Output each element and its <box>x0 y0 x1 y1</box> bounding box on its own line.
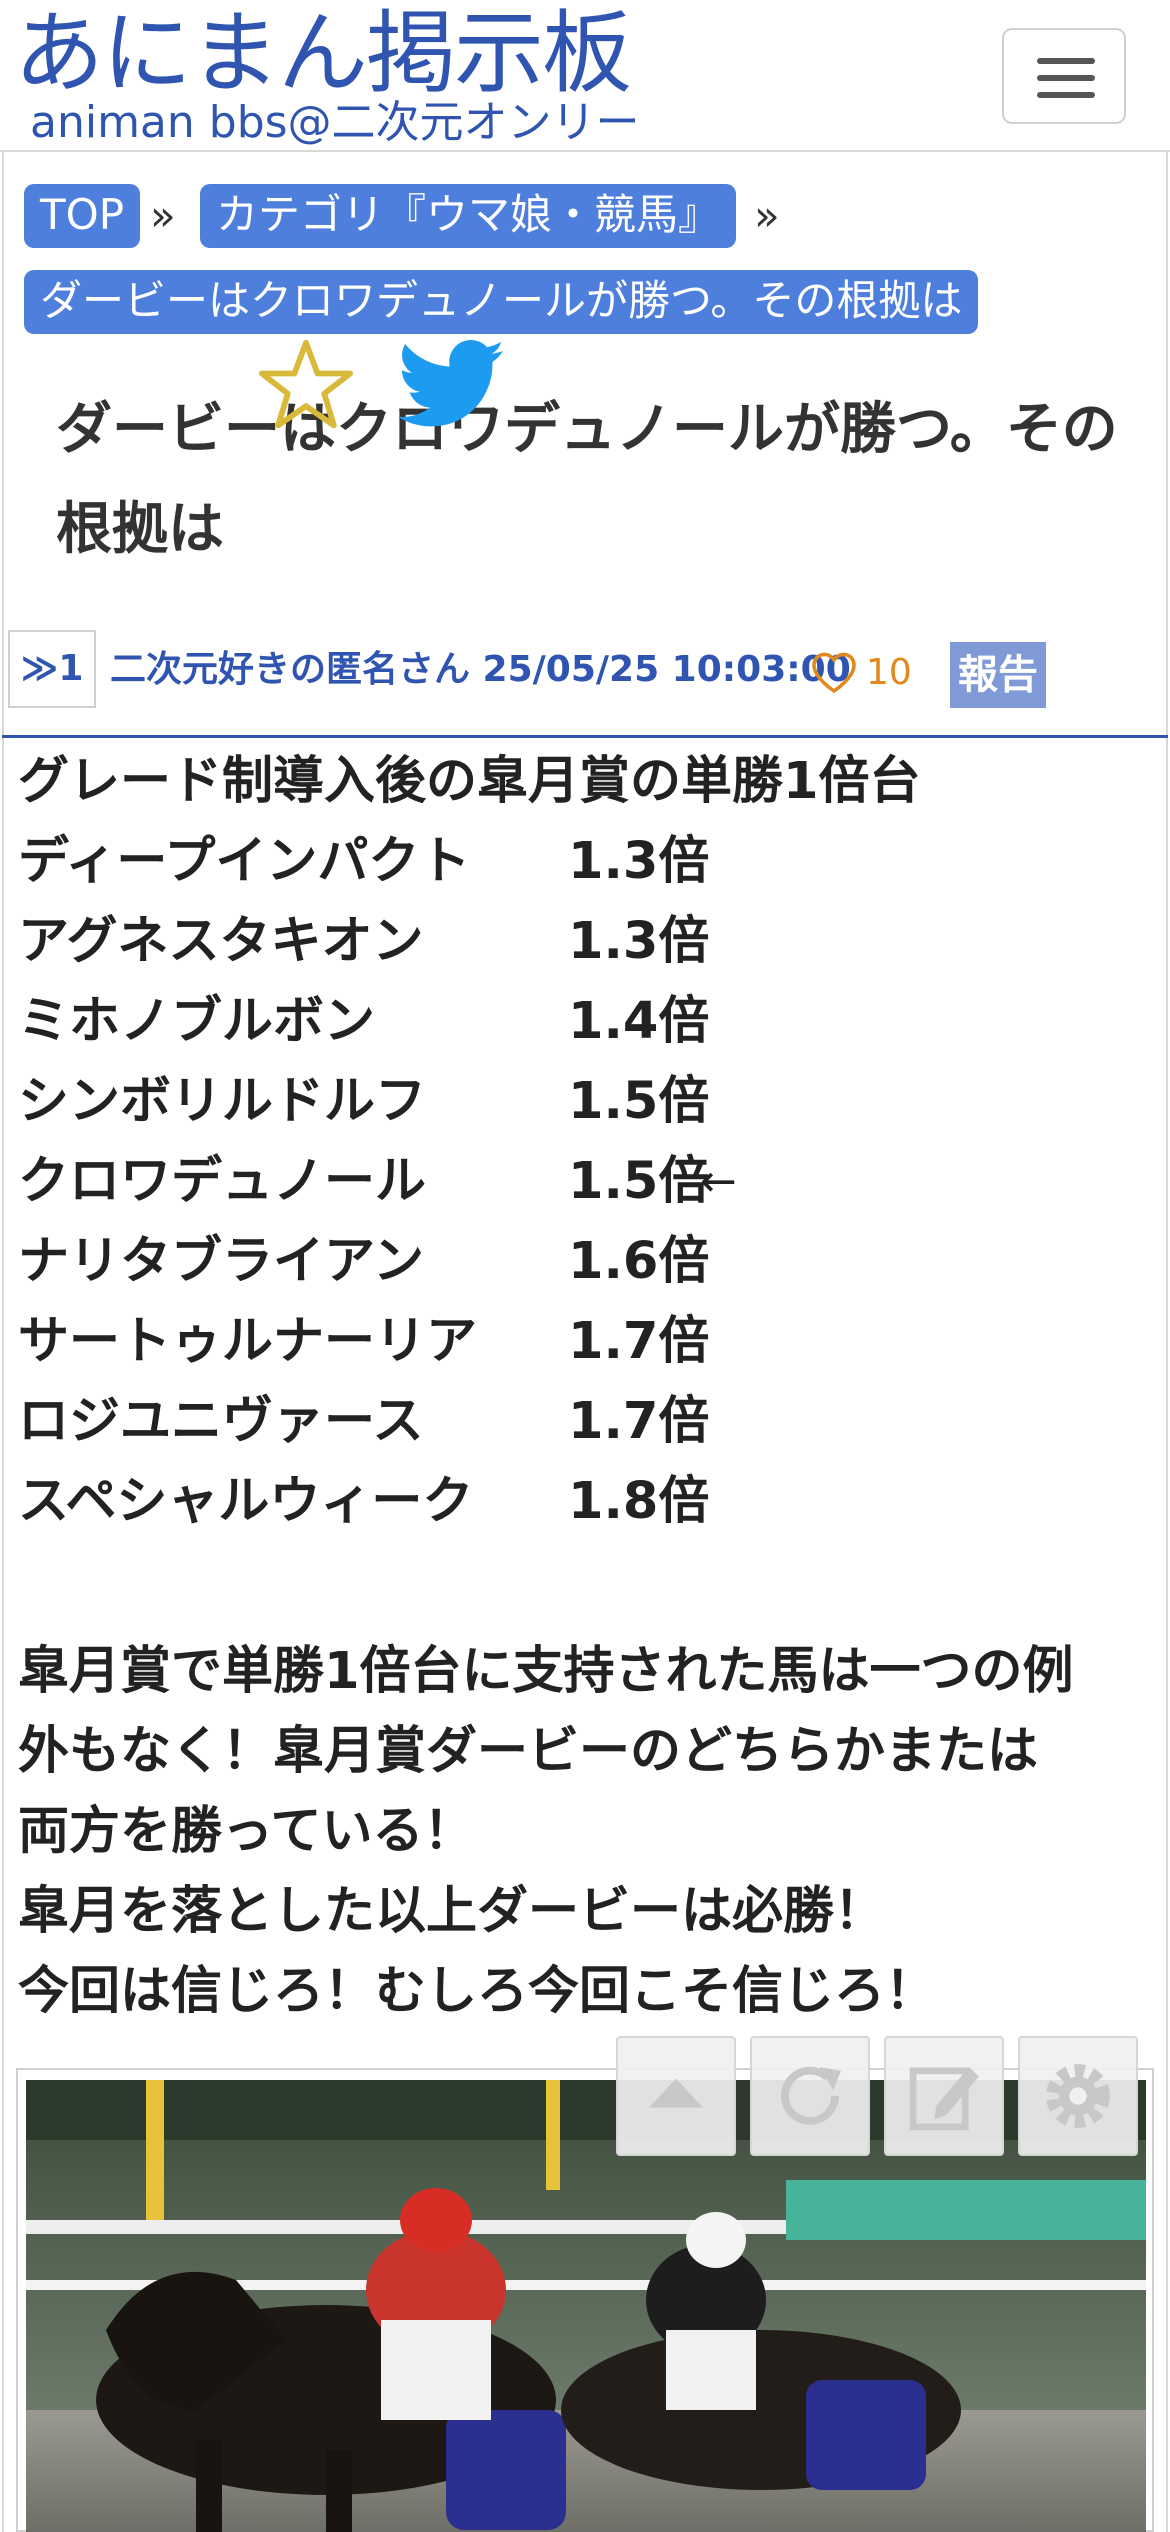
post-text-line: 両方を勝っている！ <box>18 1802 475 1861</box>
odds-value: 1.5倍 <box>568 1072 710 1131</box>
compose-icon <box>909 2067 979 2131</box>
odds-value: 1.4倍 <box>568 992 710 1051</box>
odds-value: 1.7倍 <box>568 1312 710 1371</box>
odds-horse-name: アグネスタキオン <box>18 912 424 971</box>
odds-value: 1.6倍 <box>568 1232 710 1291</box>
twitter-bird-icon[interactable] <box>398 340 506 430</box>
like-count[interactable]: 10 <box>866 645 912 701</box>
odds-horse-name: ディープインパクト <box>18 832 471 891</box>
breadcrumb-category[interactable]: カテゴリ『ウマ娘・競馬』 <box>200 184 737 248</box>
site-header: あにまん掲示板 animan bbs@二次元オンリー <box>0 0 1170 152</box>
post-text-line: 今回は信じろ！むしろ今回こそ信じろ！ <box>18 1962 937 2021</box>
post-text-line: 外もなく！皐月賞ダービーのどちらかまたは <box>18 1722 1039 1781</box>
odds-horse-name: スペシャルウィーク <box>18 1472 474 1531</box>
odds-horse-name: シンボリルドルフ <box>18 1072 427 1131</box>
post-text-line: 皐月を落とした以上ダービーは必勝！ <box>18 1882 886 1941</box>
scroll-up-icon <box>648 2078 704 2108</box>
post-heading: グレード制導入後の皐月賞の単勝1倍台 <box>18 752 921 811</box>
reload-icon <box>781 2066 841 2125</box>
thread-title-line2: 根拠は <box>56 497 224 562</box>
odds-horse-name: ナリタブライアン <box>18 1232 424 1291</box>
site-logo[interactable]: あにまん掲示板 <box>14 2 632 106</box>
report-button[interactable]: 報告 <box>950 642 1046 708</box>
reload-button[interactable] <box>750 2036 870 2156</box>
odds-value: 1.3倍 <box>568 832 710 891</box>
site-logo-subtitle[interactable]: animan bbs@二次元オンリー <box>30 96 640 150</box>
compose-button[interactable] <box>884 2036 1004 2156</box>
scroll-top-button[interactable] <box>616 2036 736 2156</box>
hamburger-menu-button[interactable] <box>1002 28 1126 124</box>
odds-horse-name: ロジユニヴァース <box>18 1392 424 1451</box>
odds-value: 1.5倍 <box>568 1152 710 1211</box>
odds-value: 1.3倍 <box>568 912 710 971</box>
double-chevron-icon: ≫ <box>20 648 59 689</box>
post-author-date: 二次元好きの匿名さん 25/05/25 10:03:00 <box>110 649 851 690</box>
post-number-link[interactable]: ≫1 <box>8 630 96 708</box>
breadcrumb-separator: » <box>150 191 176 240</box>
odds-horse-name: ミホノブルボン <box>18 992 376 1051</box>
odds-value: 1.7倍 <box>568 1392 710 1451</box>
post-text-line: 皐月賞で単勝1倍台に支持された馬は一つの例 <box>18 1642 1074 1701</box>
odds-horse-name: サートゥルナーリア <box>18 1312 478 1371</box>
post-number: 1 <box>58 648 84 689</box>
breadcrumb-thread[interactable]: ダービーはクロワデュノールが勝つ。その根拠は <box>24 270 979 334</box>
breadcrumb-separator: » <box>754 191 780 240</box>
heart-icon[interactable] <box>810 650 858 694</box>
settings-button[interactable] <box>1018 2036 1138 2156</box>
settings-gear-icon <box>1046 2064 1110 2128</box>
star-outline-icon[interactable] <box>258 337 354 433</box>
odds-value: 1.8倍 <box>568 1472 710 1531</box>
thread-title-line1: ダービーはクロワデュノールが勝つ。その <box>56 397 1118 462</box>
left-arrow-mark: ← <box>700 1156 737 1207</box>
breadcrumb-top[interactable]: TOP <box>24 184 141 248</box>
odds-horse-name: クロワデュノール <box>18 1152 427 1211</box>
